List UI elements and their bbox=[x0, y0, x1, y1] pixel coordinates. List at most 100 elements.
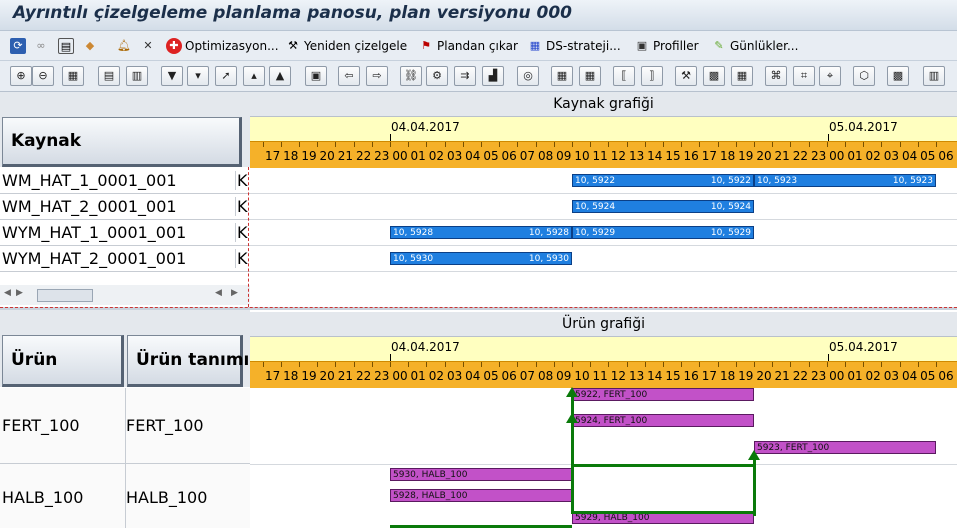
hour-tick bbox=[553, 142, 555, 147]
splitter[interactable] bbox=[248, 167, 249, 307]
chart-icon[interactable]: ▟ bbox=[482, 66, 504, 86]
product-row[interactable]: HALB_100 HALB_100 bbox=[0, 464, 250, 528]
hour-tick bbox=[772, 362, 774, 367]
operation-bar[interactable]: 10, 5922 10, 5922 bbox=[572, 174, 754, 187]
product-column-header[interactable]: Ürün bbox=[2, 335, 124, 387]
operation-bar[interactable]: 10, 5928 10, 5928 bbox=[390, 226, 572, 239]
date-label: 05.04.2017 bbox=[829, 340, 898, 354]
diamond-icon[interactable]: ◆ bbox=[82, 36, 101, 56]
hour-tick bbox=[663, 362, 664, 367]
list-icon[interactable]: ▤ bbox=[98, 66, 120, 86]
sequence-icon[interactable]: ⇉ bbox=[454, 66, 476, 86]
resource-row[interactable]: WM_HAT_2_0001_001 K bbox=[0, 194, 250, 220]
hour-tick bbox=[408, 142, 410, 147]
date-tick bbox=[390, 134, 391, 141]
alert-icon[interactable]: 🔔︎ bbox=[116, 36, 135, 56]
hierarchy-icon[interactable]: ⌘ bbox=[765, 66, 787, 86]
expand-icon[interactable]: ⟦ bbox=[613, 66, 635, 86]
scroll-right-icon[interactable]: ▶ bbox=[231, 288, 238, 298]
reschedule-button[interactable]: ⚒ Yeniden çizelgele bbox=[285, 36, 407, 56]
hour-tick bbox=[317, 362, 319, 367]
split-icon[interactable]: ▥ bbox=[923, 66, 945, 86]
horizontal-scrollbar-thumb[interactable] bbox=[37, 289, 93, 302]
hour-tick bbox=[426, 362, 428, 367]
resource-column-header[interactable]: Kaynak bbox=[2, 117, 242, 167]
product-order-bar[interactable]: 5928, HALB_100 bbox=[390, 489, 572, 502]
table2-icon[interactable]: ▦ bbox=[579, 66, 601, 86]
arrow-down-icon[interactable]: ▾ bbox=[187, 66, 209, 86]
resource-row[interactable]: WM_HAT_1_0001_001 K bbox=[0, 168, 250, 194]
hierarchy3-icon[interactable]: ⌖ bbox=[819, 66, 841, 86]
product-order-bar[interactable]: 5922, FERT_100 bbox=[572, 388, 754, 401]
product-order-bar[interactable]: 5923, FERT_100 bbox=[754, 441, 936, 454]
arrow-up-icon[interactable]: ▴ bbox=[243, 66, 265, 86]
optimization-button[interactable]: ✚ Optimizasyon... bbox=[166, 36, 279, 56]
tools-icon[interactable]: ✕ bbox=[140, 36, 159, 56]
zoom-out-icon[interactable]: ⊖ bbox=[32, 66, 54, 86]
network-icon[interactable]: ⚒ bbox=[675, 66, 697, 86]
resource-name: WM_HAT_2_0001_001 bbox=[2, 197, 177, 216]
operation-bar[interactable]: 10, 5924 10, 5924 bbox=[572, 200, 754, 213]
hour-label: 16 bbox=[683, 369, 699, 383]
rescale-icon[interactable]: ◎ bbox=[517, 66, 539, 86]
product-description-column-header[interactable]: Ürün tanımı bbox=[127, 335, 249, 387]
bar-label-left: 10, 5923 bbox=[757, 176, 798, 186]
hour-tick bbox=[481, 362, 482, 367]
hour-tick bbox=[572, 362, 573, 367]
operation-bar[interactable]: 10, 5929 10, 5929 bbox=[572, 226, 754, 239]
palette-icon[interactable]: ▩ bbox=[887, 66, 909, 86]
list2-icon[interactable]: ▥ bbox=[126, 66, 148, 86]
overview-icon[interactable]: ▦ bbox=[62, 66, 84, 86]
hour-tick bbox=[299, 142, 300, 147]
scroll-left-icon[interactable]: ◀ bbox=[215, 288, 222, 298]
collapse-icon[interactable]: ⟧ bbox=[641, 66, 663, 86]
display-icon[interactable]: ▩ bbox=[703, 66, 725, 86]
hour-label: 03 bbox=[446, 149, 463, 163]
link-icon[interactable]: ∞ bbox=[33, 36, 52, 56]
chain-icon[interactable]: ⛓ bbox=[400, 66, 422, 86]
hour-tick bbox=[808, 142, 810, 147]
ds-strategy-button[interactable]: ▦ DS-strateji... bbox=[527, 36, 621, 56]
hour-label: 06 bbox=[938, 149, 954, 163]
product-row[interactable]: FERT_100 FERT_100 bbox=[0, 388, 250, 464]
arrow-right-icon[interactable]: ⇨ bbox=[366, 66, 388, 86]
hour-label: 02 bbox=[428, 369, 445, 383]
arrow-left-icon[interactable]: ⇦ bbox=[338, 66, 360, 86]
hour-label: 09 bbox=[556, 149, 572, 163]
zoom-in-icon[interactable]: ⊕ bbox=[10, 66, 32, 86]
resource-icon[interactable]: ⚙ bbox=[426, 66, 448, 86]
hierarchy2-icon[interactable]: ⌗ bbox=[793, 66, 815, 86]
profiles-button[interactable]: ▣ Profiller bbox=[634, 36, 699, 56]
move-down-icon[interactable]: ▼ bbox=[161, 66, 183, 86]
operation-bar[interactable]: 10, 5930 10, 5930 bbox=[390, 252, 572, 265]
resource-row[interactable]: WYM_HAT_1_0001_001 K bbox=[0, 220, 250, 246]
details-icon[interactable]: ▣ bbox=[305, 66, 327, 86]
table-icon[interactable]: ▦ bbox=[551, 66, 573, 86]
hour-label: 01 bbox=[847, 369, 863, 383]
layout-icon[interactable]: ▤ bbox=[58, 36, 77, 56]
hour-tick bbox=[881, 142, 883, 147]
product-order-bar[interactable]: 5930, HALB_100 bbox=[390, 468, 572, 481]
product-name: HALB_100 bbox=[2, 488, 84, 507]
operation-bar[interactable]: 10, 5923 10, 5923 bbox=[754, 174, 936, 187]
refresh-icon[interactable]: ⟳ bbox=[10, 36, 29, 56]
hour-tick bbox=[826, 142, 828, 147]
scroll-right-icon[interactable]: ▶ bbox=[16, 288, 23, 298]
hour-label: 13 bbox=[628, 369, 645, 383]
scroll-left-icon[interactable]: ◀ bbox=[4, 288, 11, 298]
cube-icon[interactable]: ⬡ bbox=[853, 66, 875, 86]
hour-tick bbox=[626, 362, 628, 367]
grid-icon[interactable]: ▦ bbox=[731, 66, 753, 86]
hour-tick bbox=[626, 142, 628, 147]
hour-label: 19 bbox=[301, 149, 317, 163]
bar-label-right: 10, 5928 bbox=[528, 228, 569, 238]
product-order-bar[interactable]: 5924, FERT_100 bbox=[572, 414, 754, 427]
hour-label: 10 bbox=[574, 149, 590, 163]
move-up-icon[interactable]: ▲ bbox=[269, 66, 291, 86]
deallocate-button[interactable]: ⚑ Plandan çıkar bbox=[418, 36, 518, 56]
pointer-icon[interactable]: ➚ bbox=[215, 66, 237, 86]
logs-button[interactable]: ✎ Günlükler... bbox=[711, 36, 798, 56]
hour-label: 09 bbox=[556, 369, 572, 383]
hour-label: 12 bbox=[610, 369, 627, 383]
resource-row[interactable]: WYM_HAT_2_0001_001 K bbox=[0, 246, 250, 272]
